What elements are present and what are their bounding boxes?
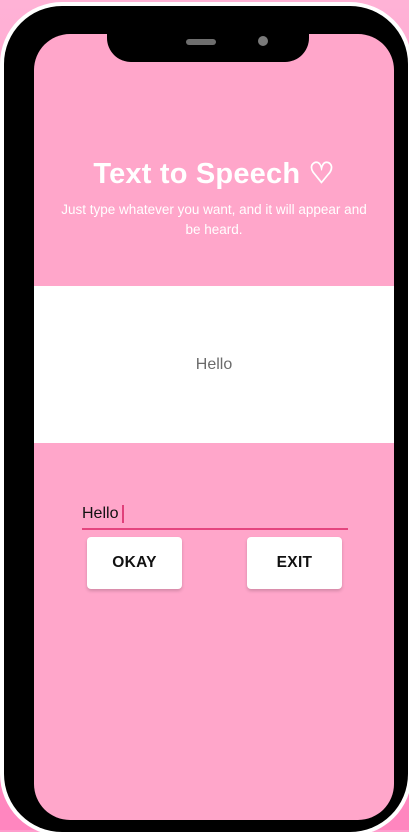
okay-button[interactable]: OKAY — [87, 537, 182, 589]
speaker-grille-icon — [186, 39, 216, 45]
front-camera-icon — [258, 36, 268, 46]
app-title: Text to Speech ♡ — [93, 158, 335, 190]
text-input-container — [82, 500, 348, 530]
spoken-text-display: Hello — [195, 356, 233, 373]
spoken-text-panel: Hello — [34, 286, 394, 443]
app-screen: Text to Speech ♡ Just type whatever you … — [34, 34, 394, 820]
input-underline — [82, 528, 348, 530]
app-subtitle: Just type whatever you want, and it will… — [61, 202, 367, 237]
text-cursor — [122, 505, 124, 523]
phone-notch — [107, 6, 309, 62]
phone-frame: Text to Speech ♡ Just type whatever you … — [4, 6, 408, 832]
exit-button[interactable]: EXIT — [247, 537, 342, 589]
